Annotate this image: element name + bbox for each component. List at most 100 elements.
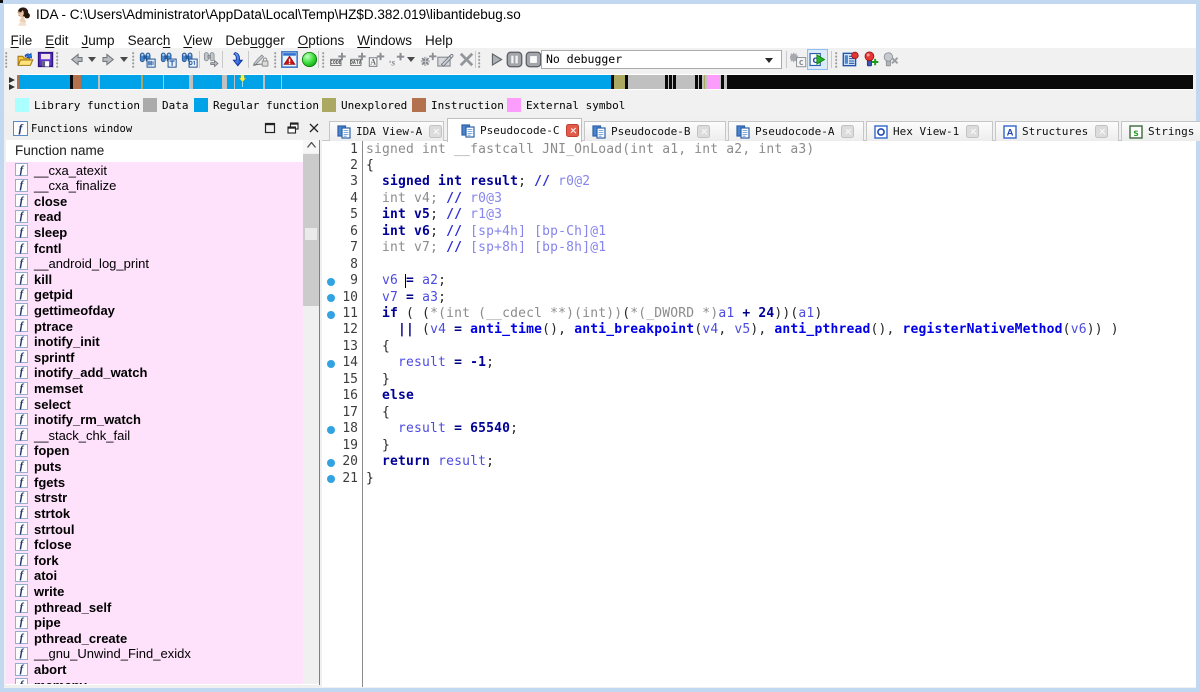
function-list-item[interactable]: f __cxa_atexit: [6, 162, 303, 178]
back-icon[interactable]: [68, 51, 85, 68]
scrollbar-track[interactable]: [303, 154, 319, 306]
tab-close-icon[interactable]: [841, 125, 855, 138]
search-text-icon[interactable]: [160, 51, 177, 68]
function-list-item[interactable]: f __android_log_print: [6, 256, 303, 272]
undefine-icon[interactable]: [458, 51, 475, 68]
function-list-item[interactable]: f pipe: [6, 615, 303, 631]
code-line[interactable]: 19 }: [322, 438, 1196, 454]
code-line[interactable]: 5 int v5; // r1@3: [322, 207, 1196, 223]
menu-help[interactable]: Help: [419, 31, 460, 50]
code-line[interactable]: 17 {: [322, 405, 1196, 421]
function-list-item[interactable]: f abort: [6, 662, 303, 678]
function-list-item[interactable]: f read: [6, 209, 303, 225]
problems-window-icon[interactable]: [281, 51, 298, 68]
function-list-item[interactable]: f pthread_create: [6, 630, 303, 646]
tab-pseudocode-b[interactable]: Pseudocode-B: [584, 121, 726, 141]
code-line[interactable]: 18 result = 65540;: [322, 421, 1196, 437]
stop-debugger-icon[interactable]: [525, 51, 542, 68]
code-line[interactable]: 16 else: [322, 388, 1196, 404]
menu-search[interactable]: Search: [121, 31, 177, 50]
produce-c-file-icon[interactable]: c: [790, 51, 807, 68]
code-line[interactable]: 21 }: [322, 471, 1196, 487]
scrollbar-thumb[interactable]: [305, 228, 317, 240]
function-list-item[interactable]: f __stack_chk_fail: [6, 427, 303, 443]
code-line[interactable]: 2 {: [322, 158, 1196, 174]
signature-lock-icon[interactable]: [252, 51, 269, 68]
panel-float-button[interactable]: [286, 121, 300, 135]
function-list-item[interactable]: f memset: [6, 381, 303, 397]
make-code-icon[interactable]: CODE: [330, 51, 347, 68]
make-string-icon[interactable]: A: [368, 51, 385, 68]
function-list-item[interactable]: f pthread_self: [6, 599, 303, 615]
code-line[interactable]: 7 int v7; // [sp+8h] [bp-8h]@1: [322, 240, 1196, 256]
code-line[interactable]: 20 return result;: [322, 454, 1196, 470]
forward-icon[interactable]: [100, 51, 117, 68]
function-list-item[interactable]: f fopen: [6, 443, 303, 459]
function-list-item[interactable]: f fcntl: [6, 240, 303, 256]
jump-address-icon[interactable]: [227, 51, 244, 68]
panel-maximize-button[interactable]: [263, 121, 277, 135]
pseudocode-pane[interactable]: 1 signed int __fastcall JNI_OnLoad(int a…: [322, 141, 1196, 687]
decompile-icon[interactable]: c: [807, 49, 828, 70]
function-list-item[interactable]: f sleep: [6, 224, 303, 240]
make-name-icon[interactable]: s: [388, 51, 405, 68]
toolbar-handle[interactable]: [478, 52, 481, 68]
function-list-item[interactable]: f inotify_rm_watch: [6, 412, 303, 428]
function-list-item[interactable]: f fclose: [6, 537, 303, 553]
function-list-item[interactable]: f gettimeofday: [6, 302, 303, 318]
code-line[interactable]: 3 signed int result; // r0@2: [322, 174, 1196, 190]
tab-strings[interactable]: s Strings: [1121, 121, 1200, 141]
run-analysis-icon[interactable]: [301, 51, 318, 68]
functions-window-titlebar[interactable]: f Functions window: [5, 118, 320, 139]
breakpoint-list-icon[interactable]: [842, 51, 859, 68]
function-list-item[interactable]: f sprintf: [6, 349, 303, 365]
open-file-icon[interactable]: [17, 51, 34, 68]
code-line[interactable]: 8: [322, 257, 1196, 273]
delete-breakpoint-icon[interactable]: [882, 51, 899, 68]
code-line[interactable]: 6 int v6; // [sp+4h] [bp-Ch]@1: [322, 224, 1196, 240]
code-line[interactable]: 11 if ( (*(int (__cdecl **)(int))(*(_DWO…: [322, 306, 1196, 322]
toolbar-handle[interactable]: [322, 52, 325, 68]
function-list-item[interactable]: f fork: [6, 552, 303, 568]
function-list-item[interactable]: f __cxa_finalize: [6, 178, 303, 194]
make-name-dropdown-icon[interactable]: [407, 57, 415, 62]
menu-view[interactable]: View: [177, 31, 219, 50]
function-list-item[interactable]: f fgets: [6, 474, 303, 490]
function-list-item[interactable]: f kill: [6, 271, 303, 287]
code-line[interactable]: 14 result = -1;: [322, 355, 1196, 371]
back-dropdown-icon[interactable]: [88, 57, 96, 62]
menu-debugger[interactable]: Debugger: [219, 31, 291, 50]
function-list-item[interactable]: f close: [6, 193, 303, 209]
function-list-item[interactable]: f ptrace: [6, 318, 303, 334]
toolbar-handle[interactable]: [132, 52, 135, 68]
functions-column-header[interactable]: Function name: [6, 140, 319, 162]
tab-close-icon[interactable]: [429, 125, 443, 138]
code-line[interactable]: 13 {: [322, 339, 1196, 355]
edit-function-icon[interactable]: [437, 51, 454, 68]
scrollbar-up-arrow[interactable]: [303, 140, 319, 153]
function-list-item[interactable]: f memcpy: [6, 677, 303, 684]
toolbar-handle[interactable]: [5, 52, 8, 68]
function-list-item[interactable]: f inotify_add_watch: [6, 365, 303, 381]
panel-close-button[interactable]: [307, 121, 321, 135]
debugger-selector[interactable]: No debugger: [541, 50, 782, 69]
menu-windows[interactable]: Windows: [351, 31, 419, 50]
make-star-icon[interactable]: [420, 51, 437, 68]
code-line[interactable]: 1 signed int __fastcall JNI_OnLoad(int a…: [322, 142, 1196, 158]
function-list-item[interactable]: f strtok: [6, 505, 303, 521]
tab-close-icon[interactable]: [966, 125, 980, 138]
function-list-item[interactable]: f inotify_init: [6, 334, 303, 350]
toolbar-handle[interactable]: [56, 52, 59, 68]
search-again-icon[interactable]: [202, 51, 219, 68]
add-breakpoint-icon[interactable]: [862, 51, 879, 68]
functions-list[interactable]: f __cxa_atexit f __cxa_finalize f close …: [6, 162, 303, 684]
code-line[interactable]: 10 v7 = a3;: [322, 290, 1196, 306]
function-list-item[interactable]: f puts: [6, 459, 303, 475]
function-list-item[interactable]: f write: [6, 583, 303, 599]
tab-close-icon[interactable]: [697, 125, 711, 138]
menu-jump[interactable]: Jump: [75, 31, 121, 50]
pause-debugger-icon[interactable]: [506, 51, 523, 68]
tab-structures[interactable]: A Structures: [995, 121, 1119, 141]
tab-hex-view-1[interactable]: Hex View-1: [866, 121, 993, 141]
menu-options[interactable]: Options: [291, 31, 351, 50]
